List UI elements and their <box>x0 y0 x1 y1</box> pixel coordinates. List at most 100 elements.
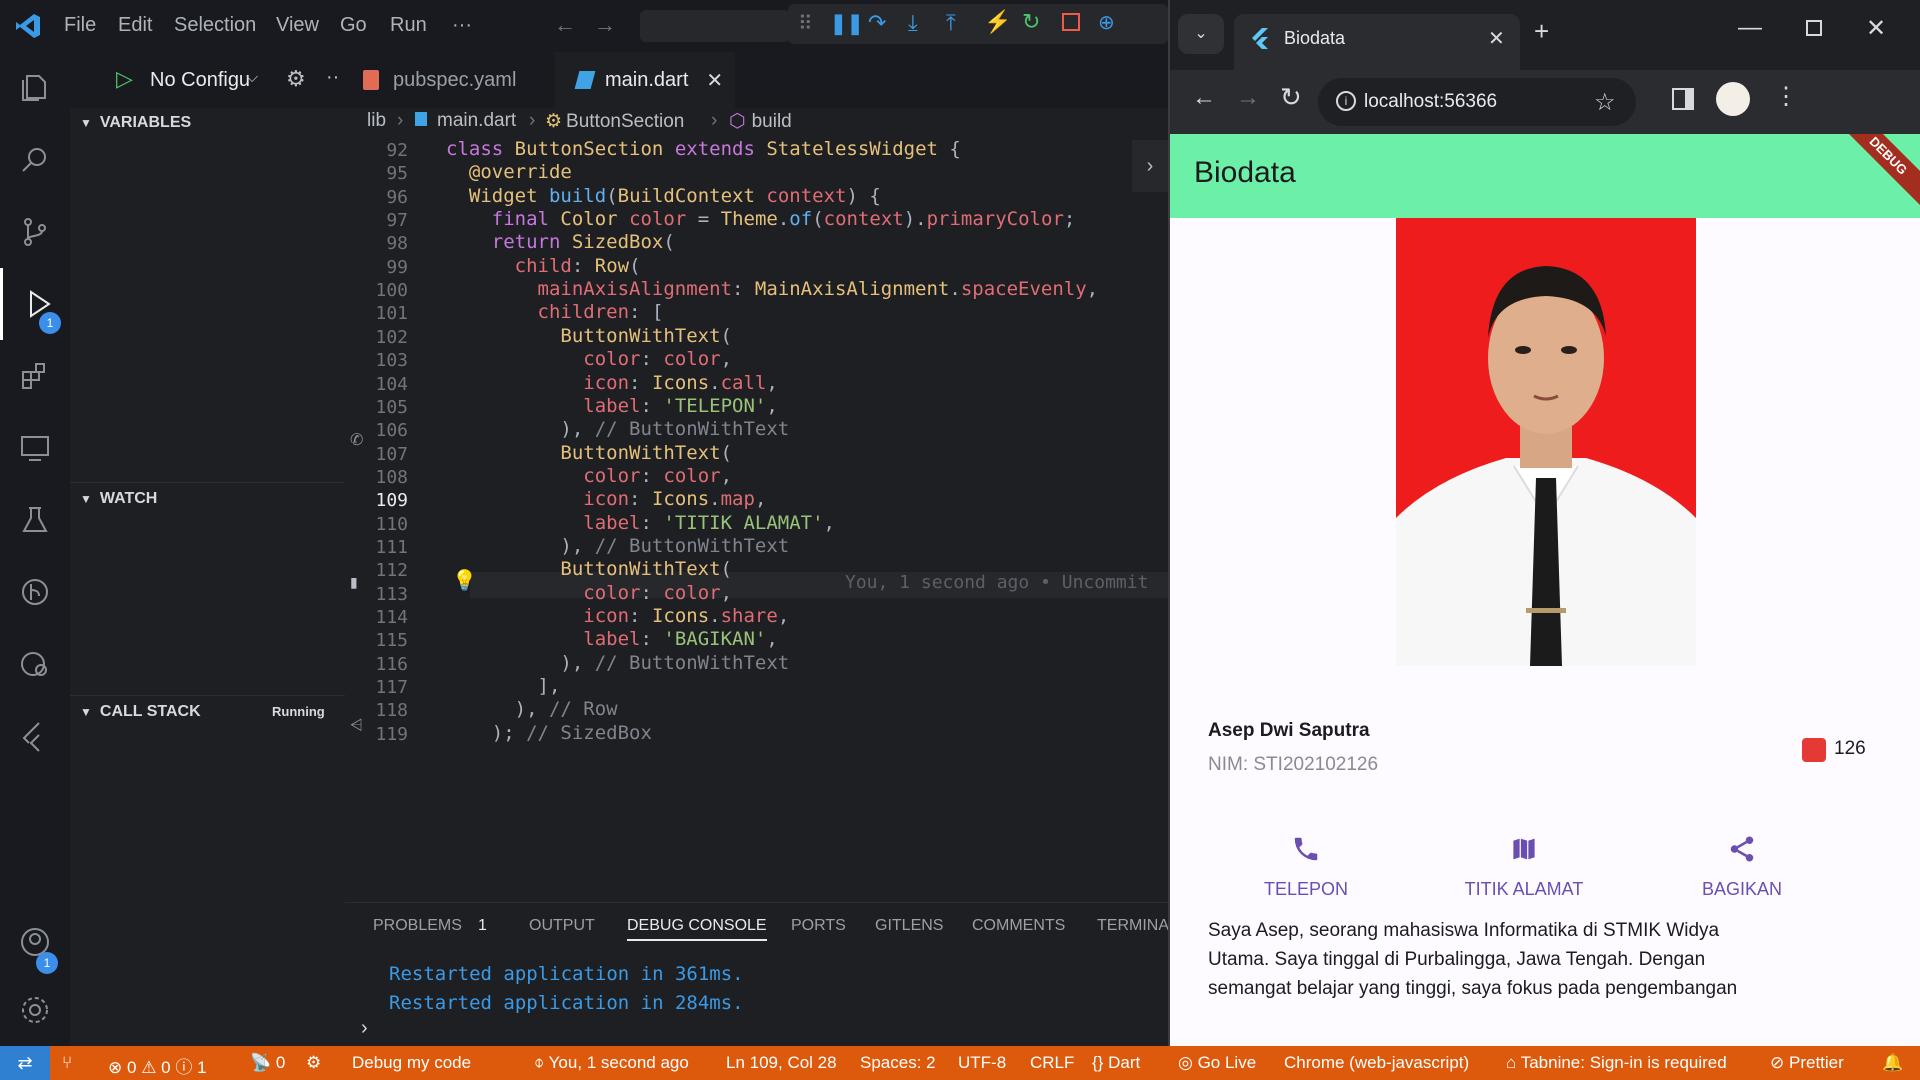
site-info-icon[interactable]: i <box>1336 91 1356 111</box>
menu-view[interactable]: View <box>276 14 319 37</box>
close-tab-icon[interactable]: ✕ <box>1488 26 1505 51</box>
chevron-down-icon[interactable]: ⌵ <box>246 69 258 87</box>
encoding-status[interactable]: UTF-8 <box>958 1053 1006 1073</box>
panel-tab-terminal[interactable]: TERMINA <box>1097 917 1169 935</box>
pause-icon[interactable]: ❚❚ <box>830 11 864 36</box>
profile-avatar[interactable] <box>1716 82 1750 116</box>
menu-selection[interactable]: Selection <box>174 14 256 37</box>
code-line[interactable]: ), // ButtonWithText <box>446 418 789 440</box>
breadcrumb-lib[interactable]: lib <box>367 110 386 132</box>
code-line[interactable]: mainAxisAlignment: MainAxisAlignment.spa… <box>446 278 1099 300</box>
section-variables[interactable]: ▼ VARIABLES <box>70 107 345 139</box>
problems-status[interactable]: ⊗ 0 ⚠ 0 ⓘ 1 <box>108 1053 207 1078</box>
code-line[interactable]: icon: Icons.share, <box>446 605 789 627</box>
forward-arrow-icon[interactable]: → <box>1236 84 1260 112</box>
remote-indicator-icon[interactable]: ⇄ <box>0 1046 50 1080</box>
source-control-status-icon[interactable]: ⑂ <box>62 1053 72 1073</box>
start-debug-icon[interactable]: ▷ <box>116 66 133 92</box>
drag-handle-icon[interactable]: ⠿ <box>798 11 813 36</box>
code-line[interactable]: ButtonWithText( <box>446 558 732 580</box>
code-line[interactable]: color: color, <box>446 348 732 370</box>
source-control-icon[interactable] <box>0 196 70 268</box>
section-call-stack[interactable]: ▼ CALL STACK Running <box>70 695 345 727</box>
code-line[interactable]: class ButtonSection extends StatelessWid… <box>446 138 961 160</box>
run-config-select[interactable]: No Configu <box>150 69 260 92</box>
remote-explorer-icon[interactable] <box>0 412 70 484</box>
back-arrow-icon[interactable]: ← <box>554 12 576 38</box>
panel-tab-ports[interactable]: PORTS <box>791 917 846 935</box>
code-line[interactable]: @override <box>446 161 572 183</box>
reload-icon[interactable]: ↻ <box>1280 82 1302 113</box>
step-over-icon[interactable]: ↷ <box>868 10 886 36</box>
section-watch[interactable]: ▼ WATCH <box>70 482 345 514</box>
go-live-status[interactable]: ◎ Go Live <box>1178 1053 1256 1073</box>
back-arrow-icon[interactable]: ← <box>1192 84 1216 112</box>
code-line[interactable]: ); // SizedBox <box>446 722 652 744</box>
forward-arrow-icon[interactable]: → <box>594 12 616 38</box>
code-line[interactable]: child: Row( <box>446 255 641 277</box>
close-tab-icon[interactable]: ✕ <box>706 68 723 93</box>
browser-tab[interactable]: Biodata ✕ <box>1234 14 1520 70</box>
console-prompt-icon[interactable]: › <box>361 1017 368 1040</box>
command-center[interactable] <box>640 10 790 42</box>
panel-tab-gitlens[interactable]: GITLENS <box>875 917 943 935</box>
tabnine-status[interactable]: ⌂ Tabnine: Sign-in is required <box>1506 1053 1727 1073</box>
accounts-icon[interactable]: 1 <box>0 906 70 978</box>
panel-tab-output[interactable]: OUTPUT <box>529 917 595 935</box>
debug-launch-icon[interactable]: ⚙ <box>306 1053 321 1073</box>
new-tab-icon[interactable]: + <box>1534 16 1549 47</box>
settings-gear-icon[interactable] <box>0 974 70 1046</box>
code-line[interactable]: label: 'TELEPON', <box>446 395 778 417</box>
breadcrumb-file[interactable]: main.dart <box>415 110 516 132</box>
git-blame-status[interactable]: ⌽ You, 1 second ago <box>534 1053 689 1073</box>
action-titik-alamat[interactable]: TITIK ALAMAT <box>1444 834 1604 900</box>
action-telepon[interactable]: TELEPON <box>1226 834 1386 900</box>
bookmark-star-icon[interactable]: ☆ <box>1594 88 1616 117</box>
code-line[interactable]: Widget build(BuildContext context) { <box>446 185 881 207</box>
close-window-icon[interactable]: ✕ <box>1866 14 1886 43</box>
language-status[interactable]: {} Dart <box>1092 1053 1140 1073</box>
code-line[interactable]: children: [ <box>446 301 664 323</box>
gitlens-icon[interactable] <box>0 556 70 628</box>
gitlens-inspect-icon[interactable] <box>0 628 70 700</box>
address-bar[interactable]: i localhost:56366 ☆ <box>1318 78 1636 126</box>
notifications-bell-icon[interactable]: 🔔 <box>1882 1053 1903 1073</box>
code-line[interactable]: ], <box>446 675 561 697</box>
testing-icon[interactable] <box>0 484 70 556</box>
minimize-icon[interactable]: — <box>1738 14 1762 42</box>
lightbulb-icon[interactable]: 💡 <box>452 568 477 593</box>
expand-panel-icon[interactable]: › <box>1132 140 1168 192</box>
cursor-position[interactable]: Ln 109, Col 28 <box>726 1053 837 1073</box>
hot-reload-icon[interactable]: ⚡ <box>984 9 1011 35</box>
code-line[interactable]: ), // Row <box>446 698 618 720</box>
save-icon[interactable] <box>1802 738 1826 762</box>
menu-go[interactable]: Go <box>340 14 367 37</box>
code-line[interactable]: label: 'BAGIKAN', <box>446 628 778 650</box>
tab-search-chevron-icon[interactable]: ⌄ <box>1178 14 1224 54</box>
menu-edit[interactable]: Edit <box>118 14 152 37</box>
code-line[interactable]: ), // ButtonWithText <box>446 652 789 674</box>
code-line[interactable]: final Color color = Theme.of(context).pr… <box>446 208 1076 230</box>
menu-more[interactable]: ··· <box>452 14 472 37</box>
restart-icon[interactable]: ↻ <box>1022 9 1040 35</box>
search-icon[interactable] <box>0 124 70 196</box>
menu-kebab-icon[interactable]: ⋮ <box>1774 82 1798 111</box>
code-line[interactable]: label: 'TITIK ALAMAT', <box>446 512 835 534</box>
panel-tab-problems[interactable]: PROBLEMS <box>373 917 462 935</box>
extensions-icon[interactable] <box>0 340 70 412</box>
code-line[interactable]: return SizedBox( <box>446 231 675 253</box>
devtools-icon[interactable]: ⊕ <box>1098 10 1115 35</box>
code-line[interactable]: color: color, <box>446 465 732 487</box>
explorer-icon[interactable] <box>0 52 70 124</box>
more-actions-icon[interactable]: ·· <box>326 66 339 89</box>
prettier-status[interactable]: ⊘ Prettier <box>1770 1053 1844 1073</box>
code-line[interactable]: ButtonWithText( <box>446 325 732 347</box>
action-bagikan[interactable]: BAGIKAN <box>1662 834 1822 900</box>
code-line[interactable]: ButtonWithText( <box>446 442 732 464</box>
step-out-icon[interactable]: ⤒ <box>946 10 956 36</box>
code-line[interactable]: icon: Icons.call, <box>446 372 778 394</box>
tab-main-dart[interactable]: main.dart ✕ <box>555 52 735 108</box>
eol-status[interactable]: CRLF <box>1030 1053 1074 1073</box>
tab-pubspec[interactable]: pubspec.yaml <box>345 52 555 108</box>
device-status[interactable]: Chrome (web-javascript) <box>1284 1053 1469 1073</box>
